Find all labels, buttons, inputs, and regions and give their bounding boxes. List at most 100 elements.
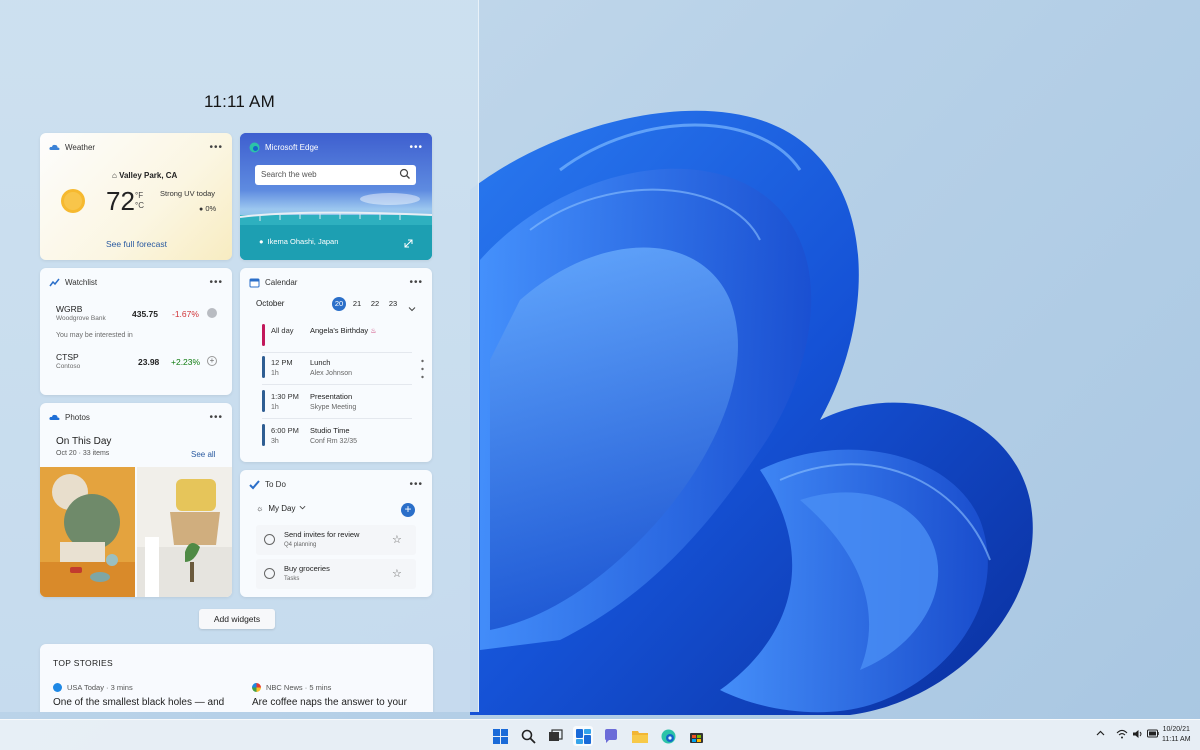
weather-location: ⌂ Valley Park, CA <box>112 171 178 180</box>
top-stories-widget[interactable]: TOP STORIES USA Today · 3 mins One of th… <box>40 644 433 712</box>
chat-icon[interactable] <box>601 726 621 746</box>
see-full-forecast-link[interactable]: See full forecast <box>106 239 167 249</box>
stock-symbol: WGRB <box>56 304 83 314</box>
todo-widget[interactable]: To Do ••• ☼ My Day + Send invites for re… <box>240 470 432 597</box>
check-icon[interactable] <box>207 308 217 318</box>
weather-condition: Strong UV today <box>160 189 216 198</box>
star-icon[interactable]: ☆ <box>392 567 402 580</box>
weather-temperature: 72 <box>106 186 135 216</box>
taskbar-clock[interactable]: 10/20/21 11:11 AM <box>1162 725 1191 745</box>
weather-widget-header: Weather ••• <box>49 139 223 155</box>
cloud-icon <box>49 142 60 153</box>
event-color-bar <box>262 390 265 412</box>
weather-more-button[interactable]: ••• <box>209 142 223 153</box>
watchlist-widget-header: Watchlist ••• <box>49 274 223 290</box>
show-hidden-icons-button[interactable] <box>1096 729 1105 741</box>
edge-widget[interactable]: Microsoft Edge ••• Search the web ● Ikem… <box>240 133 432 260</box>
unit-celsius[interactable]: °C <box>135 201 144 211</box>
calendar-event[interactable]: All day Angela's Birthday ♨ <box>262 324 412 352</box>
location-pin-icon: ● <box>259 237 264 246</box>
wifi-icon[interactable] <box>1116 729 1128 742</box>
add-widgets-button[interactable]: Add widgets <box>199 609 275 629</box>
calendar-day[interactable]: 22 <box>368 297 382 311</box>
calendar-widget[interactable]: Calendar ••• October 20 21 22 23 All day… <box>240 268 432 462</box>
calendar-event[interactable]: 6:00 PM 3h Studio Time Conf Rm 32/35 <box>262 424 412 452</box>
calendar-event[interactable]: 1:30 PM 1h Presentation Skype Meeting <box>262 390 412 418</box>
add-task-button[interactable]: + <box>401 503 415 517</box>
sunny-icon <box>60 188 86 219</box>
calendar-title: Calendar <box>265 277 298 287</box>
event-color-bar <box>262 324 265 346</box>
edge-search-input[interactable]: Search the web <box>255 165 416 185</box>
my-day-dropdown[interactable]: ☼ My Day <box>256 504 306 513</box>
windows-start-icon[interactable] <box>490 726 510 746</box>
photos-widget[interactable]: Photos ••• On This Day Oct 20 · 33 items… <box>40 403 232 597</box>
cake-icon: ♨ <box>370 328 377 335</box>
edge-more-button[interactable]: ••• <box>409 142 423 153</box>
weather-title: Weather <box>65 142 96 152</box>
photos-title: Photos <box>65 412 90 422</box>
see-all-link[interactable]: See all <box>191 450 215 459</box>
edge-widget-header: Microsoft Edge ••• <box>249 139 423 155</box>
todo-widget-header: To Do ••• <box>249 476 423 492</box>
calendar-month: October <box>256 299 285 308</box>
expand-icon[interactable] <box>404 235 413 248</box>
stock-symbol: CTSP <box>56 352 79 362</box>
stock-company: Woodgrove Bank <box>56 315 106 322</box>
stocks-icon <box>49 277 60 288</box>
edge-photo-caption[interactable]: ● Ikema Ohashi, Japan <box>259 237 338 246</box>
story-headline[interactable]: One of the smallest black holes — and <box>53 697 224 708</box>
taskbar-time: 11:11 AM <box>1162 736 1191 743</box>
watchlist-more-button[interactable]: ••• <box>209 277 223 288</box>
chevron-down-icon[interactable] <box>408 300 416 318</box>
calendar-day[interactable]: 23 <box>386 297 400 311</box>
usa-today-icon <box>53 683 62 692</box>
volume-icon[interactable] <box>1132 729 1144 742</box>
widgets-icon[interactable] <box>573 726 593 746</box>
weather-precipitation: ● 0% <box>199 204 217 213</box>
calendar-widget-header: Calendar ••• <box>249 274 423 290</box>
watchlist-widget[interactable]: Watchlist ••• WGRB Woodgrove Bank 435.75… <box>40 268 232 395</box>
scroll-indicator[interactable] <box>421 358 424 386</box>
story-source: USA Today · 3 mins <box>53 683 133 692</box>
temperature-units[interactable]: °F °C <box>135 191 144 211</box>
stock-change: +2.23% <box>171 357 201 367</box>
task-item[interactable]: Send invites for review Q4 planning ☆ <box>256 525 416 555</box>
edge-icon <box>249 142 260 153</box>
search-icon[interactable] <box>399 168 411 180</box>
widgets-panel: 11:11 AM Weather ••• ⌂ Valley Park, CA 7… <box>0 0 479 712</box>
home-icon: ⌂ <box>112 171 117 180</box>
story-source: NBC News · 5 mins <box>252 683 331 692</box>
droplet-icon: ● <box>199 206 204 213</box>
calendar-event[interactable]: 12 PM 1h Lunch Alex Johnson <box>262 356 412 384</box>
add-stock-icon[interactable]: + <box>207 356 217 366</box>
task-item[interactable]: Buy groceries Tasks ☆ <box>256 559 416 589</box>
edge-title: Microsoft Edge <box>265 142 319 152</box>
photos-more-button[interactable]: ••• <box>209 412 223 423</box>
calendar-day[interactable]: 21 <box>350 297 364 311</box>
battery-icon[interactable] <box>1147 729 1159 741</box>
story-headline[interactable]: Are coffee naps the answer to your <box>252 697 407 708</box>
store-icon[interactable] <box>686 726 706 746</box>
todo-more-button[interactable]: ••• <box>409 479 423 490</box>
task-view-icon[interactable] <box>545 726 565 746</box>
calendar-day[interactable]: 20 <box>332 297 346 311</box>
task-checkbox[interactable] <box>264 534 275 545</box>
photos-widget-header: Photos ••• <box>49 409 223 425</box>
event-color-bar <box>262 356 265 378</box>
search-icon[interactable] <box>518 726 538 746</box>
top-stories-heading: TOP STORIES <box>53 658 113 668</box>
file-explorer-icon[interactable] <box>630 726 650 746</box>
calendar-more-button[interactable]: ••• <box>409 277 423 288</box>
event-color-bar <box>262 424 265 446</box>
stock-price: 435.75 <box>132 309 158 319</box>
chevron-down-icon <box>299 504 306 513</box>
photo-thumbnails[interactable] <box>40 467 232 597</box>
interested-label: You may be interested in <box>56 332 133 339</box>
taskbar-date: 10/20/21 <box>1162 726 1190 733</box>
edge-icon[interactable] <box>658 726 678 746</box>
task-checkbox[interactable] <box>264 568 275 579</box>
nbc-news-icon <box>252 683 261 692</box>
unit-fahrenheit[interactable]: °F <box>135 191 144 201</box>
star-icon[interactable]: ☆ <box>392 533 402 546</box>
